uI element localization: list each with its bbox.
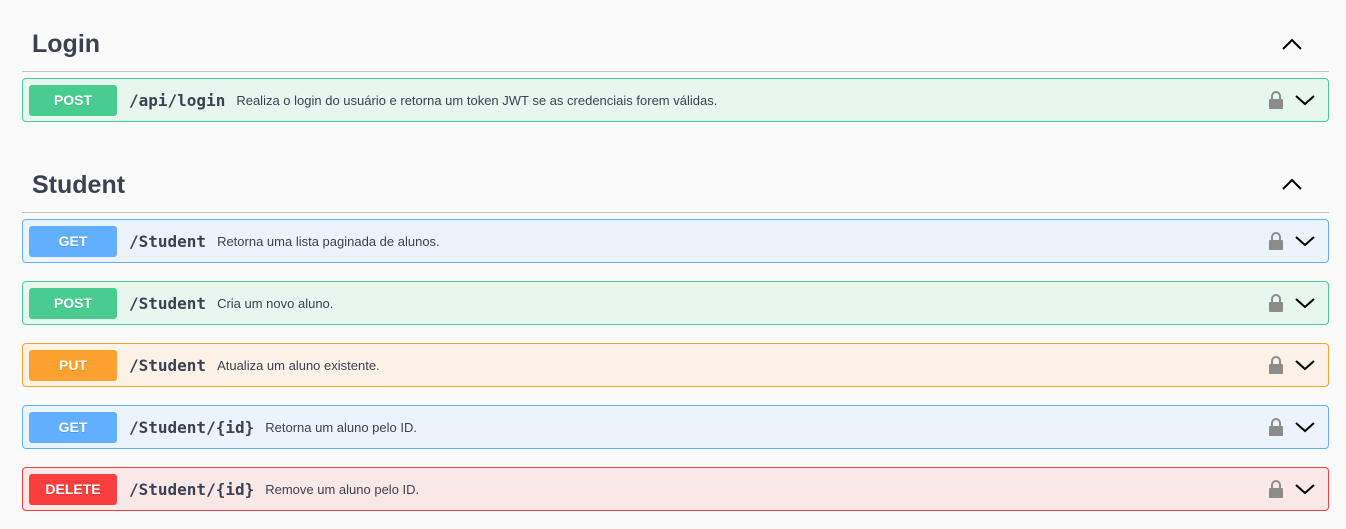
operation-path: /Student/{id} [129, 417, 255, 437]
tag-header-login[interactable]: Login [22, 0, 1329, 72]
operation-summary: Remove um aluno pelo ID. [265, 481, 420, 497]
operation-path: /Student [129, 293, 207, 313]
chevron-up-icon[interactable] [1277, 13, 1307, 59]
chevron-down-icon[interactable] [1292, 476, 1318, 502]
method-badge: GET [29, 225, 117, 257]
operation-summary: Realiza o login do usuário e retorna um … [236, 92, 718, 108]
chevron-up-icon[interactable] [1277, 153, 1307, 199]
swagger-operations: Login POST /api/login Realiza o login do… [22, 0, 1329, 529]
chevron-down-icon[interactable] [1292, 290, 1318, 316]
tag-section-login: Login POST /api/login Realiza o login do… [22, 0, 1329, 122]
operation-path: /Student [129, 355, 207, 375]
tag-section-student: Student GET /Student Retorna uma lista p… [22, 140, 1329, 511]
operation-post-student[interactable]: POST /Student Cria um novo aluno. [22, 281, 1329, 325]
chevron-down-icon[interactable] [1292, 228, 1318, 254]
operation-get-student[interactable]: GET /Student Retorna uma lista paginada … [22, 219, 1329, 263]
lock-icon[interactable] [1264, 291, 1288, 315]
operation-summary: Atualiza um aluno existente. [217, 357, 380, 373]
chevron-down-icon[interactable] [1292, 87, 1318, 113]
lock-icon[interactable] [1264, 477, 1288, 501]
method-badge: POST [29, 287, 117, 319]
method-badge: POST [29, 84, 117, 116]
chevron-down-icon[interactable] [1292, 352, 1318, 378]
lock-icon[interactable] [1264, 229, 1288, 253]
operation-post-api-login[interactable]: POST /api/login Realiza o login do usuár… [22, 78, 1329, 122]
method-badge: PUT [29, 349, 117, 381]
operation-summary: Retorna uma lista paginada de alunos. [217, 233, 440, 249]
operation-get-student-by-id[interactable]: GET /Student/{id} Retorna um aluno pelo … [22, 405, 1329, 449]
operation-path: /Student/{id} [129, 479, 255, 499]
lock-icon[interactable] [1264, 415, 1288, 439]
tag-title: Student [32, 170, 126, 199]
operation-delete-student-by-id[interactable]: DELETE /Student/{id} Remove um aluno pel… [22, 467, 1329, 511]
operation-path: /Student [129, 231, 207, 251]
operation-path: /api/login [129, 90, 226, 110]
operation-summary: Cria um novo aluno. [217, 295, 334, 311]
tag-title: Login [32, 30, 101, 58]
operation-summary: Retorna um aluno pelo ID. [265, 419, 417, 435]
lock-icon[interactable] [1264, 88, 1288, 112]
method-badge: DELETE [29, 473, 117, 505]
tag-header-student[interactable]: Student [22, 140, 1329, 213]
lock-icon[interactable] [1264, 353, 1288, 377]
chevron-down-icon[interactable] [1292, 414, 1318, 440]
operation-put-student[interactable]: PUT /Student Atualiza um aluno existente… [22, 343, 1329, 387]
method-badge: GET [29, 411, 117, 443]
